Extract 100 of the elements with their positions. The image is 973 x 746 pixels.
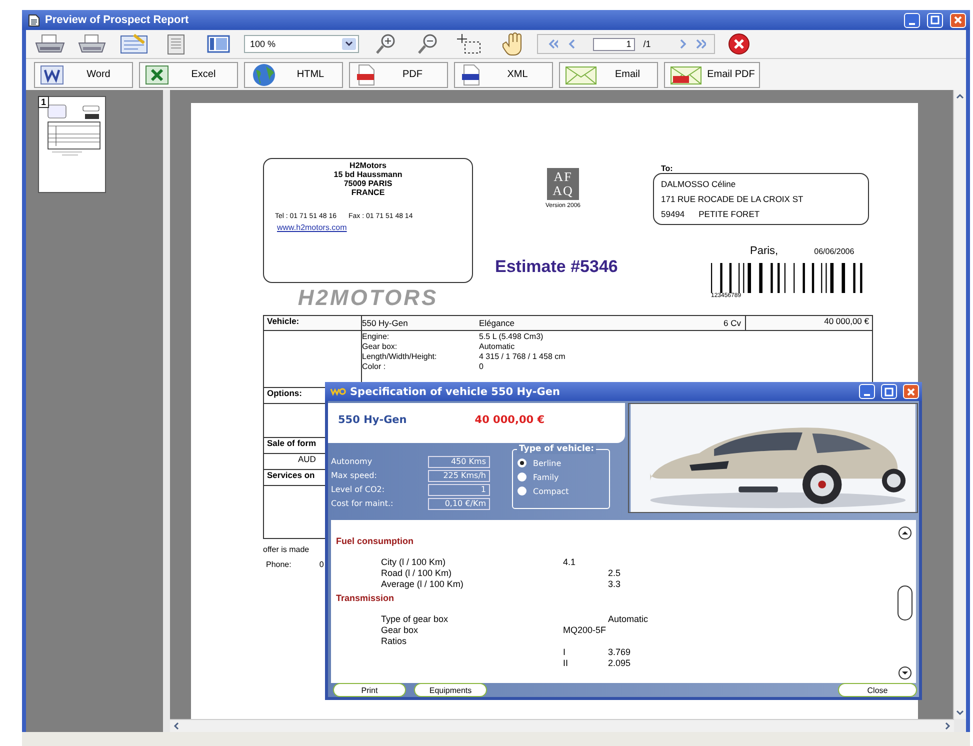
page-count: /1 [643,39,651,49]
spec-label: Color : [362,362,387,372]
recipient-street: 171 RUE ROCADE DE LA CROIX ST [661,194,804,204]
field-label: Cost for maint.: [331,498,394,510]
export-button[interactable]: PDF [349,62,448,88]
recipient-name: DALMOSSO Céline [661,178,737,189]
spec-value: 4.1 [563,557,577,568]
minimize-button[interactable] [859,384,875,399]
table-cell: Vehicle: [264,316,362,330]
spec-value: Automatic [608,614,650,626]
spec-value: MQ200-5F [563,625,608,636]
scroll-up-icon[interactable] [898,526,912,540]
estimate-title: Estimate #5346 [495,257,618,277]
value-field[interactable]: 1 [428,484,490,496]
section-title: Fuel consumption [336,536,414,546]
spec-value: 3.769 [608,646,632,658]
maximize-button[interactable] [881,384,897,399]
maximize-button[interactable] [927,12,943,28]
date: 06/06/2006 [814,247,854,256]
window-title: Preview of Prospect Report [45,14,189,26]
close-icon [953,15,963,25]
company-address-line: 75009 PARIS [344,179,392,188]
company-address-line: FRANCE [351,188,385,197]
vehicle-price: 40 000,00 € [474,414,545,426]
minimize-icon [864,394,870,396]
page-number-badge: 1 [38,96,50,108]
horizontal-scrollbar[interactable] [170,719,954,732]
recipient-city: PETITE FORET [698,209,760,220]
recipient-zip: 59494 [661,209,685,220]
spec-label: Ratios [380,636,408,647]
group-title: Type of vehicle: [517,444,596,454]
brand-name: H2MOTORS [298,285,438,311]
spec-label: Engine: [362,332,390,342]
edit-page-icon[interactable] [118,33,150,55]
spec-value: I [563,646,567,658]
app-logo-icon [330,387,346,396]
website-link[interactable]: www.h2motors.com [264,223,347,232]
close-button[interactable] [903,384,919,399]
phone-value: 0 [319,560,324,569]
section-title: Transmission [336,593,396,604]
export-button[interactable]: Word [34,62,133,88]
place: Paris, [750,245,778,257]
export-button[interactable]: Email [559,62,658,88]
spec-value: Automatic [479,342,516,352]
offer-note: offer is made [263,545,310,554]
spec-label: Type of gear box [380,614,450,626]
spec-label: Average (l / 100 Km) [380,578,464,590]
maximize-icon [884,386,894,396]
export-button[interactable]: HTML [244,62,343,88]
document-icon [28,14,40,26]
recipient-label: To: [661,164,673,173]
spec-value: 5.5 L (5.498 Cm3) [479,332,544,342]
export-button[interactable]: Excel [139,62,238,88]
zoom-dropdown[interactable]: 100 % [244,35,359,53]
spec-label: Gear box: [362,342,398,352]
radio-button[interactable] [517,458,527,468]
table-cell-text: Elégance [479,318,516,328]
company-address-line: H2Motors [350,161,386,170]
spec-value: 2.5 [608,568,622,579]
export-button[interactable]: Email PDF [664,62,760,88]
spec-label: Gear box [380,625,420,636]
vehicle-model: 550 Hy-Gen [338,414,407,426]
dialog-button[interactable]: Close [838,683,917,697]
spec-label: Road (l / 100 Km) [380,568,453,579]
phone-label: Phone: [266,560,292,569]
dialog-button[interactable]: Equipments [414,683,487,697]
spec-label: City (l / 100 Km) [380,557,447,568]
table-cell-text: 6 Cv [724,318,742,328]
page-number-field[interactable]: 1 [593,38,636,50]
radio-button[interactable] [517,486,527,496]
minimize-icon [909,22,915,24]
spec-value: 0 [479,362,484,372]
scroll-down-icon[interactable] [898,666,912,680]
spec-label: Length/Width/Height: [362,352,438,362]
envelope-file-icon [669,64,703,86]
scroll-thumb[interactable] [897,585,913,621]
page-thumbnail-drawing[interactable] [38,96,106,193]
spec-value: II [563,658,570,668]
spec-value: 3.3 [608,578,622,590]
table-cell-text: 550 Hy-Gen [362,318,409,328]
printer-icon[interactable] [76,33,108,55]
value-field[interactable]: 450 Kms [428,456,490,468]
company-address-line: 15 bd Haussmann [334,170,402,179]
certification-logo: AF AQ [547,168,579,200]
field-label: Level of CO2: [331,484,386,496]
radio-button[interactable] [517,472,527,482]
envelope-icon [564,64,598,86]
close-icon [906,386,916,396]
value-field[interactable]: 0,10 €/Km [428,498,490,510]
close-button[interactable] [950,12,966,28]
spec-value: 2.095 [608,658,632,668]
maximize-icon [930,15,940,25]
spec-value: 4 315 / 1 768 / 1 458 cm [479,352,566,362]
export-button[interactable]: XML [454,62,553,88]
dialog-button[interactable]: Print [333,683,406,697]
minimize-button[interactable] [904,12,920,28]
value-field[interactable]: 225 Kms/h [428,470,490,482]
printer-icon[interactable] [34,33,66,55]
spreadsheet-icon [144,64,170,84]
word-document-icon [39,64,65,84]
